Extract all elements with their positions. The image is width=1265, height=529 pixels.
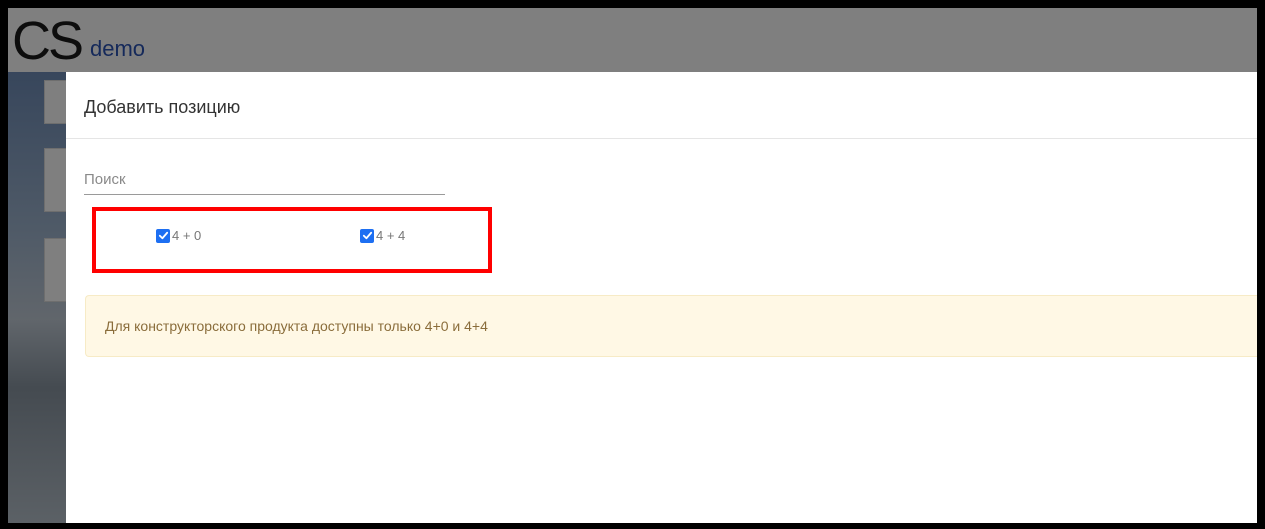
checkbox-checked[interactable] [156,228,170,243]
option-4-0[interactable]: 4 + 0 [156,228,201,243]
check-icon [158,231,168,240]
highlight-annotation [92,207,492,273]
checkbox-checked[interactable] [360,228,374,243]
modal-title: Добавить позицию [84,97,241,117]
info-alert: Для конструкторского продукта доступны т… [85,295,1257,357]
alert-text: Для конструкторского продукта доступны т… [105,318,488,334]
option-label: 4 + 0 [172,228,202,243]
option-4-4[interactable]: 4 + 4 [360,228,405,243]
check-icon [362,231,372,240]
modal-header: Добавить позицию [66,72,1257,139]
add-position-modal: Добавить позицию 4 + 0 4 + 4 Для констру… [66,72,1257,523]
search-input[interactable] [84,165,445,195]
option-label: 4 + 4 [376,228,406,243]
screenshot-frame: CS demo Добавить позицию 4 + 0 [0,0,1265,529]
